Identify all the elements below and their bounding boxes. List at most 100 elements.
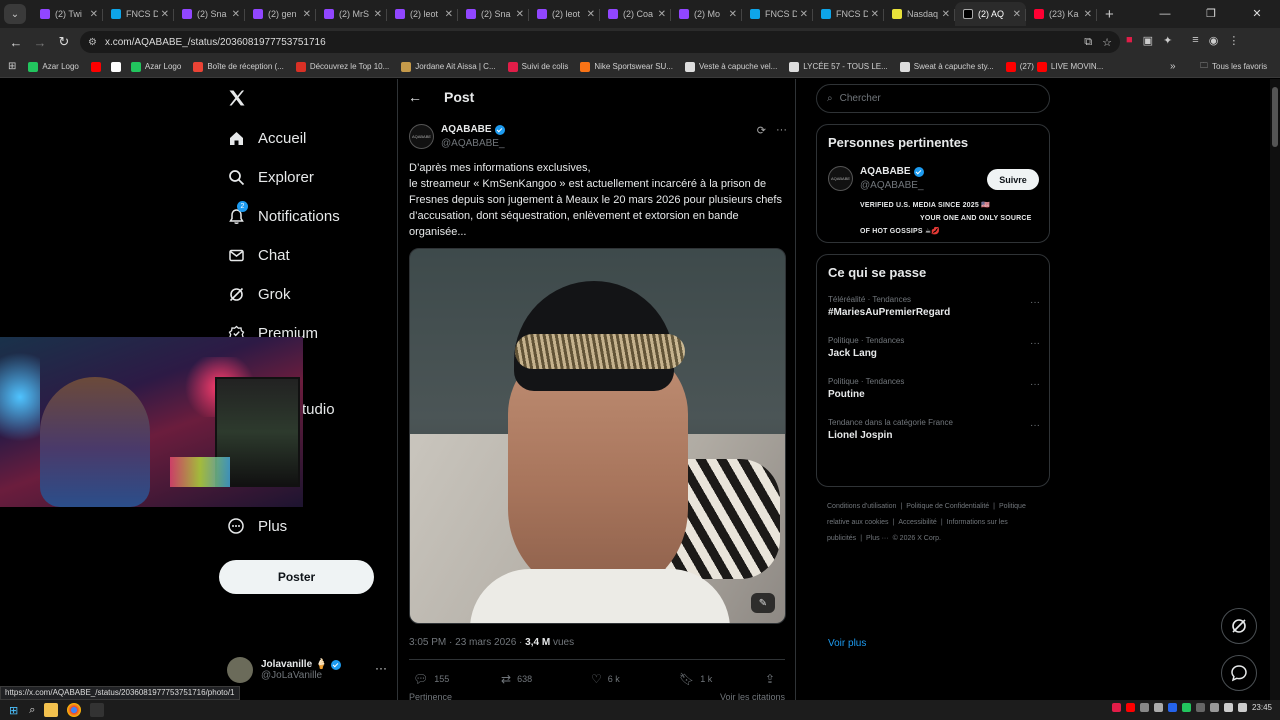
tray-app-icon[interactable] — [1195, 703, 1205, 712]
tray-app-icon[interactable] — [1181, 703, 1191, 712]
file-explorer-icon[interactable] — [44, 703, 59, 717]
avatar[interactable]: AQABABE — [409, 124, 434, 149]
close-tab-icon[interactable]: ✕ — [1013, 9, 1021, 20]
maximize-button[interactable]: ❐ — [1188, 0, 1234, 28]
footer-link[interactable]: Politique de Confidentialité — [906, 503, 989, 510]
footer-link[interactable]: Conditions d'utilisation — [827, 503, 896, 510]
more-options-icon[interactable]: ··· — [1030, 379, 1040, 390]
browser-tab[interactable]: (23) Ka ✕ — [1026, 2, 1097, 26]
tray-app-icon[interactable] — [1125, 703, 1135, 712]
site-info-icon[interactable]: ⚙ — [88, 37, 97, 48]
post-photo[interactable]: ✎ — [409, 248, 786, 624]
relevant-name-row[interactable]: AQABABE — [860, 166, 924, 177]
chrome-icon[interactable] — [67, 703, 82, 717]
reload-button[interactable]: ↻ — [52, 34, 76, 50]
post-button[interactable]: Poster — [219, 560, 374, 594]
bookmark-item[interactable]: Nike Sportswear SU... — [580, 61, 673, 72]
more-options-icon[interactable]: ··· — [776, 124, 787, 137]
page-scrollbar[interactable] — [1270, 79, 1280, 700]
more-options-icon[interactable]: ··· — [1030, 297, 1040, 308]
close-tab-icon[interactable]: ✕ — [729, 9, 737, 20]
extension-icon[interactable]: ▣ — [1143, 34, 1153, 47]
scrollbar-thumb[interactable] — [1272, 87, 1278, 147]
grok-floating-button[interactable] — [1221, 608, 1257, 644]
author-name-row[interactable]: AQABABE — [441, 124, 505, 135]
volume-icon[interactable] — [1237, 703, 1247, 712]
address-bar[interactable]: ⚙ x.com/AQABABE_/status/2036081977753751… — [80, 31, 1120, 53]
see-more-link[interactable]: Voir plus — [828, 638, 866, 649]
trend-item[interactable]: Politique · Tendances Jack Lang ··· — [828, 336, 1040, 359]
browser-tab[interactable]: (2) MrS ✕ — [316, 2, 387, 26]
trend-item[interactable]: Tendance dans la catégorie France Lionel … — [828, 418, 1040, 441]
trend-item[interactable]: Politique · Tendances Poutine ··· — [828, 377, 1040, 400]
follow-button[interactable]: Suivre — [987, 169, 1039, 190]
close-tab-icon[interactable]: ✕ — [1084, 9, 1092, 20]
bookmark-item[interactable]: Jordane Ait Aissa | C... — [401, 61, 496, 72]
reply-button[interactable]: 💬︎ 155 — [413, 672, 449, 686]
bookmark-item[interactable] — [90, 61, 105, 72]
footer-link[interactable]: © 2026 X Corp. — [893, 535, 941, 542]
browser-tab[interactable]: (2) Coa ✕ — [600, 2, 671, 26]
footer-link[interactable]: Accessibilité — [898, 519, 937, 526]
nav-item-grok[interactable]: Grok — [227, 285, 291, 303]
repost-button[interactable]: ⇄ 638 — [501, 672, 532, 686]
close-tab-icon[interactable]: ✕ — [445, 9, 453, 20]
search-icon[interactable]: ⌕ — [29, 704, 35, 717]
nav-item-more[interactable]: Plus — [227, 517, 287, 535]
mic-icon[interactable] — [1111, 703, 1121, 712]
close-tab-icon[interactable]: ✕ — [516, 9, 524, 20]
bluetooth-icon[interactable] — [1167, 703, 1177, 712]
bookmark-item[interactable] — [110, 61, 125, 72]
bookmark-star-icon[interactable]: ☆ — [1102, 36, 1112, 49]
tab-search-button[interactable]: ⌄ — [4, 4, 26, 24]
browser-tab[interactable]: (2) Mo ✕ — [671, 2, 742, 26]
browser-tab[interactable]: (2) Twi ✕ — [32, 2, 103, 26]
install-app-icon[interactable]: ⧉ — [1084, 36, 1092, 49]
trend-item[interactable]: Téléréalité · Tendances #MariesAuPremierR… — [828, 295, 1040, 318]
extensions-puzzle-icon[interactable]: ✦ — [1163, 34, 1172, 47]
browser-tab[interactable]: Nasdaq ✕ — [884, 2, 955, 26]
share-button[interactable]: ⇪ — [765, 672, 781, 686]
close-tab-icon[interactable]: ✕ — [942, 9, 950, 20]
close-tab-icon[interactable]: ✕ — [232, 9, 240, 20]
back-arrow-icon[interactable]: ← — [408, 89, 422, 105]
browser-tab[interactable]: (2) leot ✕ — [529, 2, 600, 26]
close-tab-icon[interactable]: ✕ — [90, 9, 98, 20]
network-icon[interactable] — [1223, 703, 1233, 712]
grok-icon[interactable]: ⟳ — [757, 124, 766, 137]
more-options-icon[interactable]: ··· — [1030, 338, 1040, 349]
grok-image-icon[interactable]: ✎ — [751, 593, 775, 613]
messages-floating-button[interactable] — [1221, 655, 1257, 691]
browser-tab[interactable]: FNCS D ✕ — [742, 2, 813, 26]
browser-tab[interactable]: FNCS D ✕ — [103, 2, 174, 26]
author-handle[interactable]: @AQABABE_ — [441, 138, 505, 149]
tab-list-icon[interactable]: ≡ — [1192, 34, 1198, 47]
close-tab-icon[interactable]: ✕ — [658, 9, 666, 20]
extension-icon[interactable]: ■ — [1126, 34, 1133, 47]
close-tab-icon[interactable]: ✕ — [871, 9, 879, 20]
terminal-icon[interactable] — [90, 703, 105, 717]
windows-start-icon[interactable]: ⊞ — [9, 704, 18, 717]
browser-tab[interactable]: (2) Sna ✕ — [174, 2, 245, 26]
new-tab-button[interactable]: + — [1105, 6, 1114, 23]
browser-tab[interactable]: FNCS D ✕ — [813, 2, 884, 26]
minimize-button[interactable]: — — [1142, 0, 1188, 28]
close-tab-icon[interactable]: ✕ — [374, 9, 382, 20]
bookmark-button[interactable]: 🔖︎ 1 k — [679, 672, 712, 686]
browser-tab[interactable]: (2) gen ✕ — [245, 2, 316, 26]
close-tab-icon[interactable]: ✕ — [587, 9, 595, 20]
tray-app-icon[interactable] — [1209, 703, 1219, 712]
forward-button[interactable]: → — [28, 35, 52, 50]
browser-tab[interactable]: (2) Sna ✕ — [458, 2, 529, 26]
bookmarks-overflow-button[interactable]: » — [1170, 61, 1176, 72]
bookmark-item[interactable]: Sweat à capuche sty... — [899, 61, 994, 72]
bookmark-item[interactable]: Boîte de réception (... — [193, 61, 284, 72]
see-quotes-link[interactable]: Voir les citations — [720, 692, 785, 700]
nav-item-notifications[interactable]: 2 Notifications — [227, 201, 340, 225]
nav-item-accueil[interactable]: Accueil — [227, 129, 306, 147]
bookmark-item[interactable]: LYCÉE 57 - TOUS LE... — [789, 61, 888, 72]
browser-menu-icon[interactable]: ⋮ — [1228, 34, 1239, 47]
nav-item-chat[interactable]: Chat — [227, 246, 290, 264]
x-logo-icon[interactable] — [227, 87, 247, 109]
tray-app-icon[interactable] — [1153, 703, 1163, 712]
